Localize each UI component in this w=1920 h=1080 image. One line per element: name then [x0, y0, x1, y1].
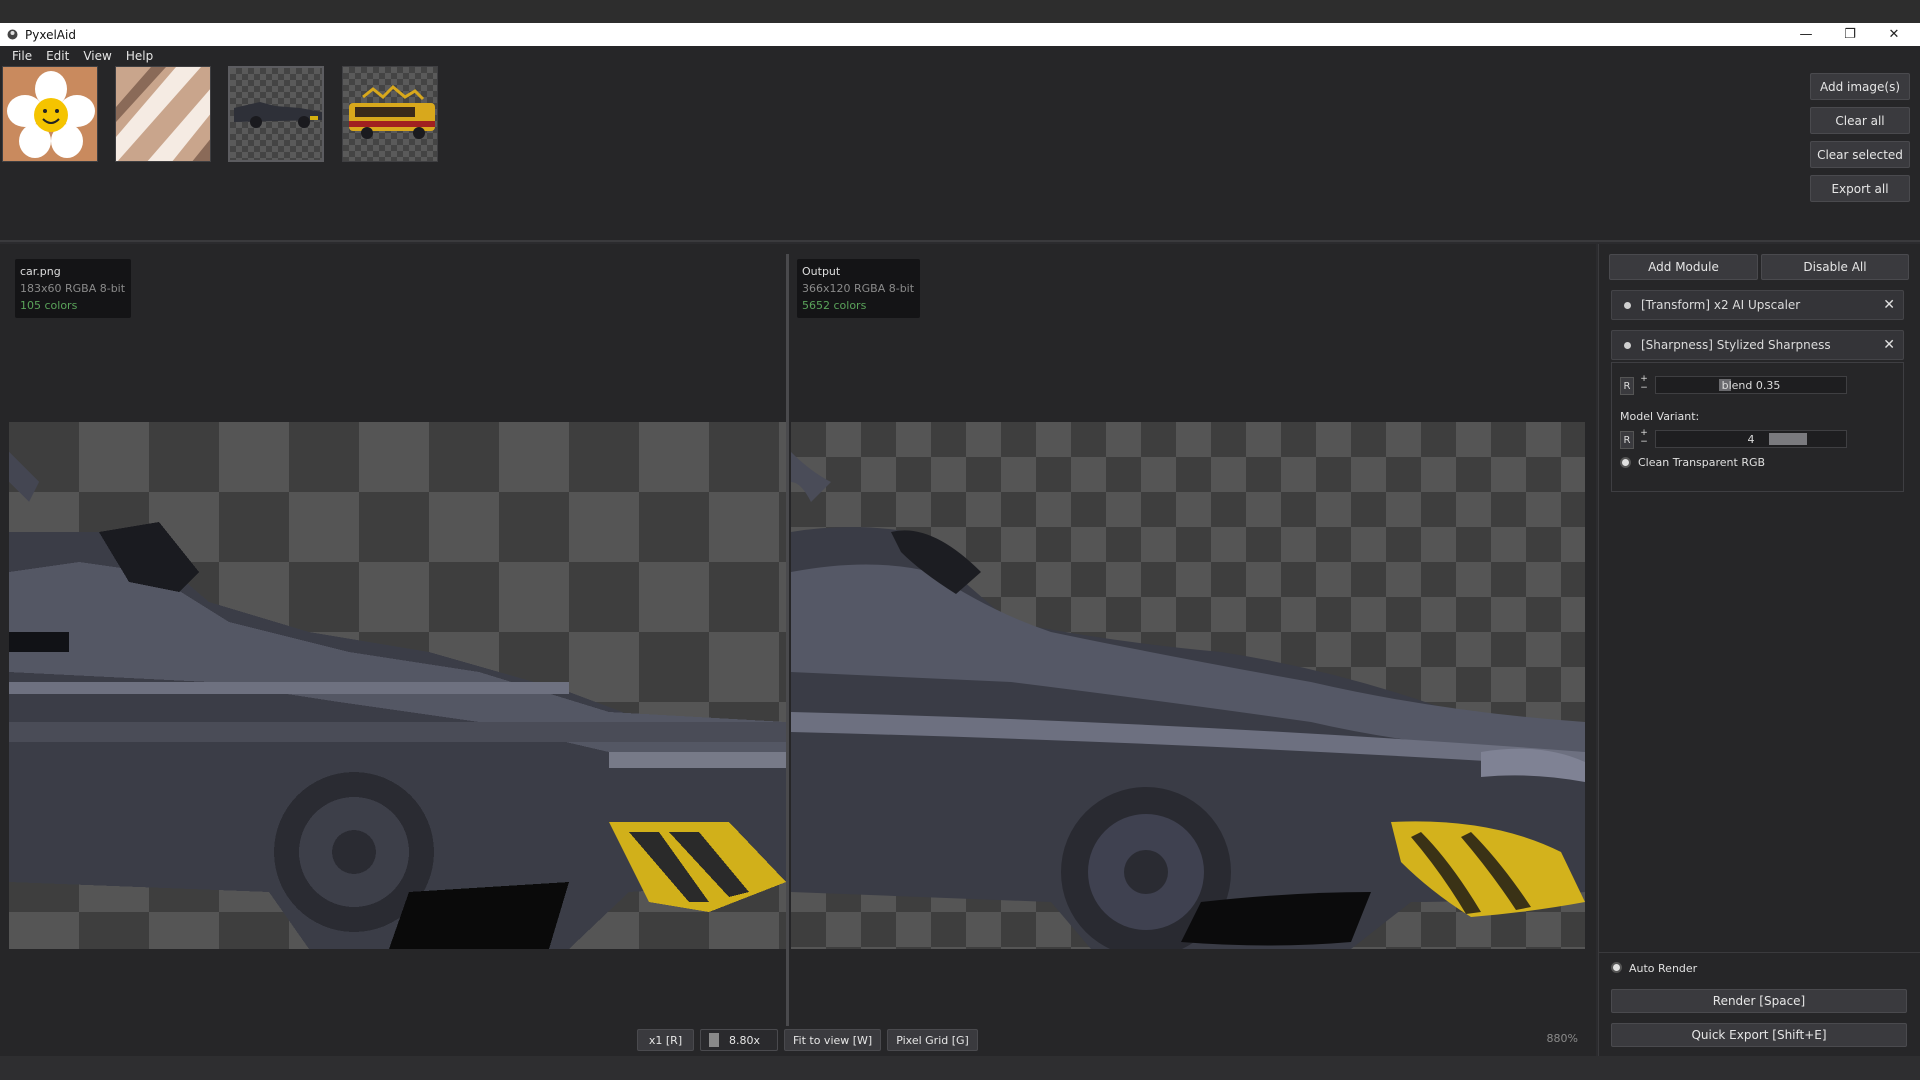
- blend-stepper[interactable]: + −: [1638, 375, 1650, 393]
- menu-edit[interactable]: Edit: [39, 49, 76, 63]
- menu-bar: File Edit View Help: [0, 46, 1920, 66]
- title-bar: PyxelAid — ❐ ✕: [0, 23, 1920, 46]
- stripes-image: [116, 67, 210, 161]
- auto-render-radio[interactable]: [1611, 962, 1622, 973]
- export-all-button[interactable]: Export all: [1810, 175, 1910, 202]
- model-variant-slider[interactable]: 4: [1655, 430, 1847, 448]
- input-canvas[interactable]: [9, 422, 786, 949]
- thumbnail-flower[interactable]: [2, 66, 98, 162]
- blend-reset-button[interactable]: R: [1620, 377, 1634, 395]
- thumbnail-stripes[interactable]: [115, 66, 211, 162]
- variant-minus[interactable]: −: [1640, 438, 1648, 447]
- module-enabled-indicator[interactable]: [1624, 341, 1631, 349]
- disable-all-button[interactable]: Disable All: [1761, 254, 1909, 280]
- input-meta: 183x60 RGBA 8-bit: [20, 282, 126, 295]
- output-car-render: [791, 452, 1585, 949]
- module-enabled-indicator[interactable]: [1624, 301, 1631, 309]
- close-window-icon[interactable]: ✕: [1872, 23, 1916, 46]
- blend-slider[interactable]: blend 0.35: [1655, 376, 1847, 394]
- add-images-button[interactable]: Add image(s): [1810, 73, 1910, 100]
- output-info-box: Output 366x120 RGBA 8-bit 5652 colors: [797, 259, 921, 318]
- app-icon: [7, 29, 18, 40]
- input-filename: car.png: [20, 265, 61, 278]
- variant-reset-button[interactable]: R: [1620, 431, 1634, 449]
- zoom-input[interactable]: 8.80x: [700, 1029, 778, 1051]
- car-image: [234, 102, 322, 128]
- module-upscaler-label: [Transform] x2 AI Upscaler: [1641, 298, 1801, 312]
- add-module-button[interactable]: Add Module: [1609, 254, 1758, 280]
- menu-help[interactable]: Help: [119, 49, 160, 63]
- minimize-icon[interactable]: —: [1784, 23, 1828, 46]
- blend-slider-label: blend 0.35: [1721, 378, 1781, 392]
- top-strip: [0, 0, 1920, 23]
- scale-x1-button[interactable]: x1 [R]: [637, 1029, 694, 1051]
- module-panel: Add Module Disable All [Transform] x2 AI…: [1598, 244, 1920, 1056]
- zoom-value: 8.80x: [729, 1033, 761, 1047]
- module-sharpness-label: [Sharpness] Stylized Sharpness: [1641, 338, 1831, 352]
- thumbnail-bus[interactable]: [342, 66, 438, 162]
- flower-image: [7, 71, 95, 158]
- bus-image: [349, 84, 435, 139]
- model-variant-label: Model Variant:: [1620, 410, 1700, 423]
- variant-slider-handle[interactable]: [1769, 433, 1807, 445]
- input-car-render: [9, 452, 786, 949]
- sharpness-settings: R + − blend 0.35 Model Variant: R + − 4 …: [1611, 362, 1904, 492]
- zoom-percent: 880%: [1546, 1032, 1578, 1045]
- zoom-handle: [709, 1033, 719, 1047]
- input-colors: 105 colors: [20, 299, 78, 312]
- input-info-box: car.png 183x60 RGBA 8-bit 105 colors: [15, 259, 132, 318]
- thumbnail-car[interactable]: [228, 66, 324, 162]
- panel-separator: [1599, 952, 1920, 953]
- pixel-grid-button[interactable]: Pixel Grid [G]: [887, 1029, 978, 1051]
- clean-rgb-radio[interactable]: [1620, 457, 1631, 468]
- fit-to-view-button[interactable]: Fit to view [W]: [784, 1029, 882, 1051]
- output-colors: 5652 colors: [802, 299, 867, 312]
- model-variant-value: 4: [1747, 432, 1755, 446]
- module-upscaler[interactable]: [Transform] x2 AI Upscaler ✕: [1611, 290, 1904, 320]
- auto-render-label: Auto Render: [1629, 962, 1698, 975]
- view-toolbar: x1 [R] 8.80x Fit to view [W] Pixel Grid …: [637, 1029, 984, 1051]
- quick-export-button[interactable]: Quick Export [Shift+E]: [1611, 1023, 1907, 1047]
- clear-selected-button[interactable]: Clear selected: [1810, 141, 1910, 168]
- output-meta: 366x120 RGBA 8-bit: [802, 282, 915, 295]
- window-title: PyxelAid: [25, 27, 76, 42]
- module-sharpness[interactable]: [Sharpness] Stylized Sharpness ✕: [1611, 330, 1904, 360]
- comparison-viewer[interactable]: car.png 183x60 RGBA 8-bit 105 colors Out…: [0, 244, 1596, 1056]
- blend-minus[interactable]: −: [1640, 384, 1648, 393]
- clear-all-button[interactable]: Clear all: [1810, 107, 1910, 134]
- status-footer: [0, 1056, 1920, 1080]
- restore-icon[interactable]: ❐: [1828, 23, 1872, 46]
- split-divider[interactable]: [786, 254, 789, 1026]
- thumbnail-panel: Add image(s) Clear all Clear selected Ex…: [0, 66, 1920, 242]
- clean-rgb-label: Clean Transparent RGB: [1638, 456, 1766, 469]
- output-title: Output: [802, 265, 841, 278]
- remove-module-icon[interactable]: ✕: [1883, 337, 1895, 353]
- render-button[interactable]: Render [Space]: [1611, 989, 1907, 1013]
- output-canvas[interactable]: [791, 422, 1585, 949]
- menu-view[interactable]: View: [76, 49, 118, 63]
- variant-stepper[interactable]: + −: [1638, 429, 1650, 447]
- remove-module-icon[interactable]: ✕: [1883, 297, 1895, 313]
- menu-file[interactable]: File: [5, 49, 39, 63]
